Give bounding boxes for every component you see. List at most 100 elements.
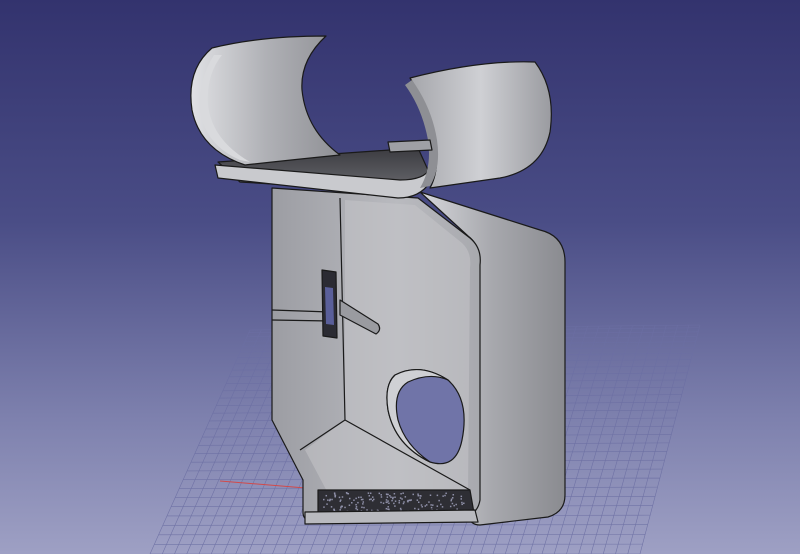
- bracket-part[interactable]: [271, 187, 566, 526]
- tray-texture-dot: [421, 506, 423, 508]
- tray-texture-dot: [420, 504, 423, 506]
- tray-texture-dot: [410, 499, 412, 501]
- tray-texture-dot: [400, 492, 402, 495]
- tray-texture-dot: [460, 495, 463, 498]
- tray-texture-dot: [430, 504, 432, 506]
- tray-texture-dot: [402, 502, 405, 505]
- tray-texture-dot: [341, 496, 344, 498]
- tray-texture-dot: [362, 503, 364, 505]
- tray-texture-dot: [357, 496, 360, 499]
- tray-texture-dot: [428, 501, 430, 503]
- tray-texture-dot: [394, 496, 396, 498]
- tray-texture-dot: [329, 498, 331, 501]
- tray-texture-dot: [368, 498, 371, 501]
- tray-texture-dot: [404, 496, 407, 498]
- grid-line: [639, 324, 701, 554]
- tray-texture-dot: [393, 492, 396, 495]
- tray-texture-dot: [369, 492, 372, 495]
- tray-texture-dot: [412, 493, 414, 496]
- tray-texture-dot: [334, 494, 337, 497]
- tray-texture-dot: [416, 499, 419, 501]
- tray-texture-dot: [344, 506, 346, 509]
- tray-texture-dot: [349, 497, 351, 500]
- tray-texture-dot: [348, 504, 351, 506]
- tray-texture-dot: [451, 502, 454, 505]
- tray-texture-dot: [432, 504, 434, 506]
- tray-texture-dot: [391, 499, 393, 502]
- tray-texture-dot: [357, 501, 359, 504]
- tray-texture-dot: [338, 496, 341, 499]
- tray-texture-dot: [387, 500, 389, 502]
- tray-texture-dot: [372, 496, 374, 498]
- tray-texture-dot: [452, 493, 455, 496]
- tray-texture-dot: [378, 492, 381, 495]
- rect-cutout-inner: [325, 287, 334, 325]
- tray-texture-dot: [394, 505, 396, 507]
- tray-texture-dot: [420, 495, 422, 497]
- tray-texture-dot: [399, 507, 402, 510]
- tray-texture-dot: [436, 505, 439, 507]
- tray-texture-dot: [394, 500, 397, 502]
- tray-texture-dot: [444, 494, 446, 497]
- tray-texture-dot: [401, 498, 403, 500]
- tray-texture-dot: [461, 501, 463, 504]
- scene-canvas[interactable]: [0, 0, 800, 554]
- tray-texture-dot: [355, 503, 357, 506]
- tray-texture-dot: [325, 494, 328, 497]
- tray-texture-dot: [355, 507, 357, 510]
- tray-texture-dot: [450, 498, 453, 501]
- tray-texture-dot: [399, 497, 402, 499]
- tray-texture-dot: [417, 494, 420, 497]
- tray-texture-dot: [407, 500, 409, 503]
- tray-texture-dot: [351, 502, 353, 504]
- tray-texture-dot: [425, 504, 428, 506]
- tray-texture-dot: [368, 495, 371, 497]
- tray-texture-dot: [387, 493, 389, 496]
- tray-texture-dot: [436, 494, 439, 497]
- tray-texture-dot: [453, 504, 455, 507]
- tray-texture-dot: [442, 495, 444, 497]
- tray-texture-dot: [371, 499, 374, 502]
- tray-texture-dot: [430, 506, 433, 509]
- tray-texture-dot: [331, 498, 333, 501]
- tray-texture-dot: [341, 505, 343, 507]
- tray-texture-dot: [455, 503, 457, 506]
- tray-texture-dot: [441, 506, 444, 508]
- 3d-viewport[interactable]: [0, 0, 800, 554]
- left-curl[interactable]: [190, 35, 341, 166]
- tray-texture-dot: [380, 494, 382, 496]
- tray-texture-dot: [398, 502, 400, 504]
- tray-texture-dot: [326, 503, 328, 505]
- tray-texture-dot: [367, 492, 370, 494]
- tray-texture-dot: [424, 505, 427, 507]
- tray-texture-dot: [362, 498, 364, 501]
- tray-texture-dot: [382, 502, 385, 504]
- tray-texture-dot: [402, 492, 404, 494]
- tray-texture-dot: [414, 507, 416, 510]
- tray-texture-dot: [403, 501, 405, 503]
- tray-texture-dot: [393, 502, 395, 505]
- tray-texture-dot: [387, 508, 389, 510]
- tray-texture-dot: [333, 508, 335, 511]
- tray-texture-dot: [388, 502, 390, 505]
- tray-texture-dot: [385, 493, 388, 496]
- tray-texture-dot: [463, 502, 465, 505]
- tray-texture-dot: [339, 499, 342, 501]
- tray-texture-dot: [392, 497, 394, 500]
- tray-texture-dot: [419, 497, 421, 499]
- tray-texture-dot: [327, 499, 329, 501]
- tray-texture-dot: [390, 496, 392, 498]
- tray-texture-dot: [330, 506, 333, 508]
- tray-lip: [304, 509, 479, 525]
- tray-texture-dot: [355, 506, 358, 508]
- tray-texture-dot: [386, 496, 389, 498]
- tray-texture-dot: [362, 501, 365, 503]
- tray-texture-dot: [366, 509, 368, 511]
- tray-texture-dot: [408, 499, 411, 502]
- top-cradle[interactable]: [190, 35, 552, 199]
- tray-texture-dot: [417, 501, 420, 503]
- tray-texture-dot: [438, 499, 440, 502]
- tray-texture-dot: [385, 499, 388, 501]
- tray-texture-dot: [334, 493, 336, 495]
- tray-texture-dot: [429, 494, 432, 497]
